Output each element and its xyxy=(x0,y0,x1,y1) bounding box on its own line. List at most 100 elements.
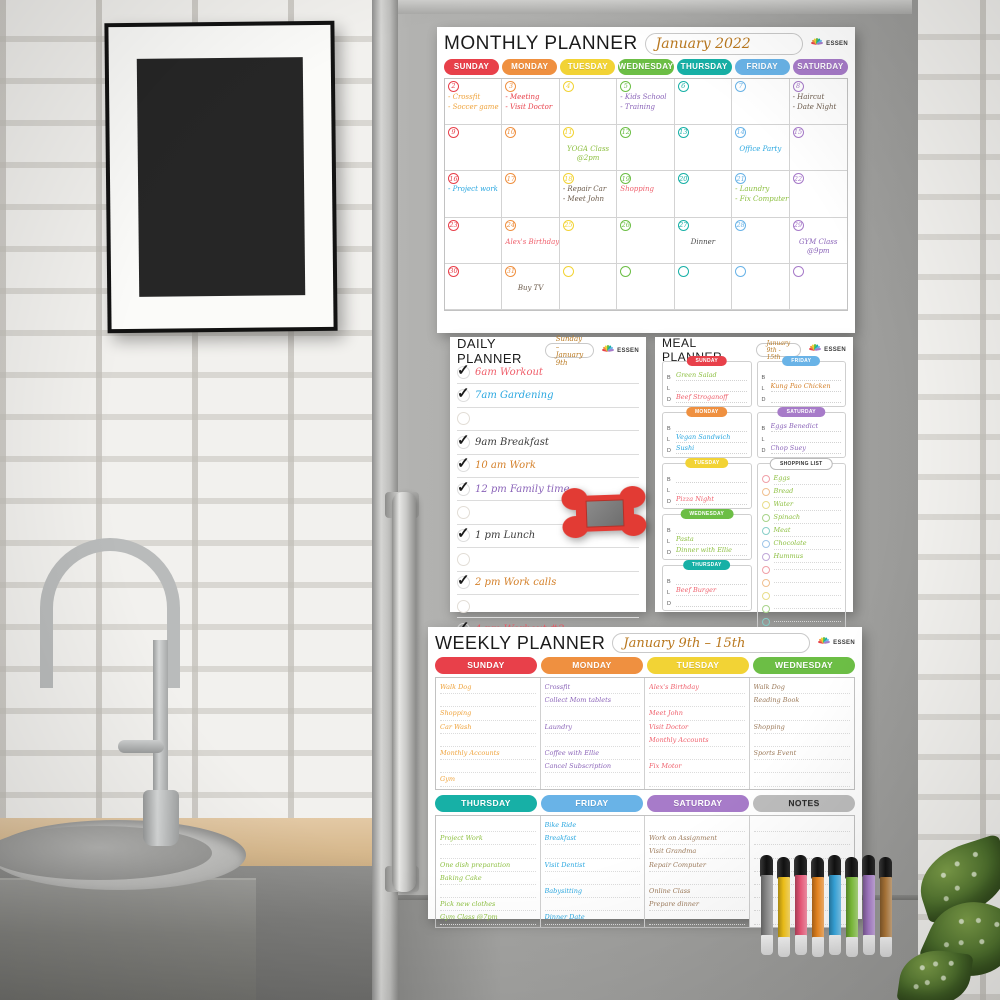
meal-line[interactable]: D Beef Stroganoff xyxy=(667,392,747,403)
calendar-cell[interactable]: 25 xyxy=(559,217,618,264)
daily-task-row[interactable]: 10 am Work xyxy=(457,454,639,478)
daily-task-row[interactable] xyxy=(457,595,639,619)
checkbox-empty-icon[interactable] xyxy=(457,506,470,520)
meal-line[interactable]: L Vegan Sandwich xyxy=(667,432,747,443)
shopping-list-row[interactable]: Bread xyxy=(761,485,841,498)
calendar-cell[interactable]: 22 xyxy=(789,171,847,218)
daily-task-row[interactable]: 2 pm Work calls xyxy=(457,571,639,595)
calendar-cell[interactable]: 20 xyxy=(674,171,733,218)
orange-marker[interactable] xyxy=(811,857,824,957)
meal-line[interactable]: D Sushi xyxy=(667,443,747,454)
weekly-cell-friday[interactable]: Bike Ride Breakfast Visit Dentist Babysit… xyxy=(541,816,645,927)
weekly-cell-tuesday[interactable]: Alex's Birthday Meet John Visit Doctor Mon… xyxy=(645,678,750,789)
calendar-cell[interactable]: 18- Repair Car - Meet John xyxy=(559,171,618,218)
meal-line[interactable]: D xyxy=(762,392,841,403)
daily-task-row[interactable]: 7am Gardening xyxy=(457,384,639,408)
calendar-cell[interactable]: 24 Alex's Birthday xyxy=(502,217,560,264)
yellow-marker[interactable] xyxy=(777,857,790,957)
shopping-checkbox-icon[interactable] xyxy=(761,513,770,522)
shopping-checkbox-icon[interactable] xyxy=(761,474,770,483)
meal-day-card[interactable]: SATURDAY B Eggs Benedict L D Chop Suey xyxy=(756,407,846,458)
shopping-list-row[interactable]: Hummus xyxy=(761,550,841,563)
shopping-list-row[interactable]: Water xyxy=(761,498,841,511)
calendar-cell[interactable]: 5- Kids School - Training xyxy=(617,79,675,126)
calendar-cell[interactable]: 7 xyxy=(732,79,790,126)
brown-marker[interactable] xyxy=(879,857,892,957)
meal-line[interactable]: L xyxy=(667,381,747,392)
meal-line[interactable]: B xyxy=(667,421,747,432)
daily-task-row[interactable] xyxy=(457,548,639,572)
shopping-checkbox-icon[interactable] xyxy=(761,604,770,613)
weekly-cell-monday[interactable]: Crossfit Collect Mom tablets Laundry Coff… xyxy=(541,678,645,789)
daily-task-row[interactable]: 9am Breakfast xyxy=(457,431,639,455)
meal-planner-board[interactable]: MEAL PLANNER January 9th - 15th ESSEN SU… xyxy=(655,336,853,678)
faucet-lever[interactable] xyxy=(118,740,164,753)
meal-day-card[interactable]: THURSDAY B L Beef Burger D xyxy=(662,560,752,611)
meal-day-card[interactable]: SUNDAY B Green Salad L D Beef Stroganoff xyxy=(662,356,752,407)
checkbox-empty-icon[interactable] xyxy=(457,599,470,613)
meal-line[interactable]: L Pasta xyxy=(667,534,747,545)
monthly-date-field[interactable]: January 2022 xyxy=(644,33,804,55)
green-marker[interactable] xyxy=(845,857,858,957)
shopping-checkbox-icon[interactable] xyxy=(761,591,770,600)
calendar-cell[interactable]: 29 GYM Class @9pm xyxy=(789,218,847,264)
shopping-list-row[interactable] xyxy=(761,589,841,602)
meal-line[interactable]: B Green Salad xyxy=(667,370,747,381)
weekly-date-field[interactable]: January 9th – 15th xyxy=(612,633,811,653)
calendar-cell[interactable]: 31 Buy TV xyxy=(502,263,560,310)
checkbox-checked-icon[interactable] xyxy=(457,478,470,496)
dog-bone-magnet[interactable] xyxy=(561,485,649,541)
shopping-checkbox-icon[interactable] xyxy=(761,552,770,561)
calendar-cell[interactable]: 4 xyxy=(559,79,618,126)
calendar-cell[interactable] xyxy=(732,263,790,310)
shopping-list-row[interactable] xyxy=(761,576,841,589)
meal-day-card[interactable]: TUESDAY B L D Pizza Night xyxy=(662,458,752,509)
shopping-list-row[interactable]: Chocolate xyxy=(761,537,841,550)
meal-line[interactable]: L Beef Burger xyxy=(667,585,747,596)
meal-line[interactable]: B xyxy=(667,472,747,483)
shopping-checkbox-icon[interactable] xyxy=(761,526,770,535)
shopping-checkbox-icon[interactable] xyxy=(761,487,770,496)
checkbox-checked-icon[interactable] xyxy=(457,431,470,449)
weekly-cell-sunday[interactable]: Walk Dog Shopping Car Wash Monthly Accoun… xyxy=(436,678,541,789)
calendar-cell[interactable]: 2- Crossfit - Soccer game xyxy=(445,79,503,126)
checkbox-checked-icon[interactable] xyxy=(457,571,470,590)
meal-line[interactable]: B xyxy=(667,574,747,585)
shopping-checkbox-icon[interactable] xyxy=(761,565,770,574)
pink-marker[interactable] xyxy=(794,855,807,955)
calendar-cell[interactable]: 11 YOGA Class @2pm xyxy=(559,125,618,172)
blue-marker[interactable] xyxy=(828,855,841,955)
checkbox-checked-icon[interactable] xyxy=(457,361,470,379)
meal-day-card[interactable]: FRIDAY B L Kung Pao Chicken D xyxy=(756,356,846,407)
calendar-cell[interactable]: 3- Meeting - Visit Doctor xyxy=(502,79,560,126)
weekly-cell-thursday[interactable]: Project Work One dish preparation Baking … xyxy=(436,816,541,927)
daily-task-row[interactable] xyxy=(457,408,639,432)
shopping-list-row[interactable]: Eggs xyxy=(761,472,841,485)
monthly-planner-board[interactable]: MONTHLY PLANNER January 2022 ESSEN SUNDA… xyxy=(437,27,855,333)
calendar-cell[interactable]: 12 xyxy=(617,125,675,172)
meal-line[interactable]: D Dinner with Ellie xyxy=(667,545,747,556)
meal-day-card[interactable]: WEDNESDAY B L Pasta D Dinner with Ellie xyxy=(662,509,752,560)
meal-line[interactable]: D Pizza Night xyxy=(667,494,747,505)
shopping-checkbox-icon[interactable] xyxy=(761,539,770,548)
calendar-cell[interactable] xyxy=(617,263,675,310)
calendar-cell[interactable]: 28 xyxy=(732,217,790,264)
shopping-list-row[interactable]: Spinach xyxy=(761,511,841,524)
calendar-cell[interactable]: 10 xyxy=(502,125,560,172)
meal-line[interactable]: D xyxy=(667,596,747,607)
calendar-cell[interactable] xyxy=(559,263,618,310)
weekly-cell-wednesday[interactable]: Walk Dog Reading Book Shopping Sports Eve… xyxy=(750,678,855,789)
calendar-cell[interactable]: 30 xyxy=(445,263,503,310)
monthly-calendar-grid[interactable]: 2- Crossfit - Soccer game 3- Meeting - Visi… xyxy=(444,78,848,311)
calendar-cell[interactable]: 13 xyxy=(674,125,733,172)
calendar-cell[interactable]: 14 Office Party xyxy=(732,125,790,172)
meal-line[interactable]: B xyxy=(667,523,747,534)
daily-date-field[interactable]: Sunday – January 9th xyxy=(544,335,595,367)
dry-erase-marker-set[interactable] xyxy=(760,855,900,960)
shopping-checkbox-icon[interactable] xyxy=(761,617,770,626)
checkbox-checked-icon[interactable] xyxy=(457,384,470,403)
grey-marker[interactable] xyxy=(760,855,773,955)
shopping-checkbox-icon[interactable] xyxy=(761,578,770,587)
calendar-cell[interactable]: 19 Shopping xyxy=(617,171,675,218)
checkbox-checked-icon[interactable] xyxy=(457,524,470,543)
